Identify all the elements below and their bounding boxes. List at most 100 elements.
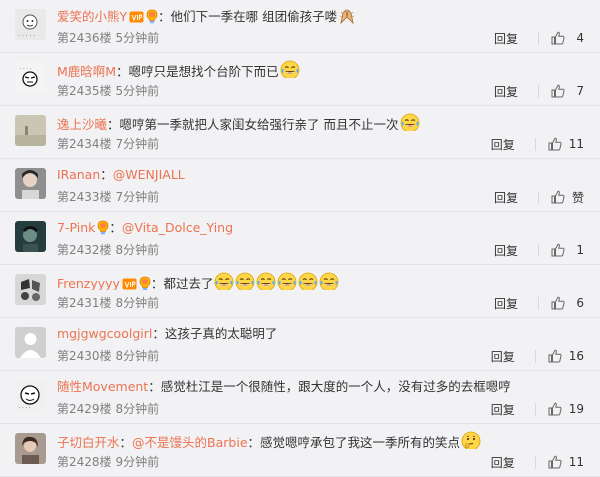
comment-text: 他们下一季在哪 组团偷孩子喽	[170, 9, 338, 24]
thumbs-up-icon[interactable]	[551, 84, 565, 98]
svg-text:· · · ·: · · · ·	[20, 66, 32, 72]
comment-row: IRanan：@WENJIALL 第2433楼 7分钟前 回复 赞	[0, 159, 600, 212]
avatar[interactable]: · · · ·	[15, 380, 46, 411]
timestamp: 8分钟前	[115, 402, 160, 416]
reply-button[interactable]: 回复	[491, 401, 515, 418]
floor-number: 第2434楼	[57, 137, 112, 151]
floor-number: 第2431楼	[57, 296, 112, 310]
lightbulb-badge-icon[interactable]	[139, 276, 151, 290]
mention-link[interactable]: @WENJIALL	[113, 167, 185, 182]
colon-separator: ：	[107, 117, 120, 131]
action-divider	[538, 296, 539, 310]
comment-line: IRanan：@WENJIALL	[57, 166, 592, 184]
like-count[interactable]: 7	[572, 84, 584, 98]
reply-button[interactable]: 回复	[494, 242, 518, 259]
action-divider	[534, 137, 536, 151]
reply-button[interactable]: 回复	[491, 454, 515, 471]
comment-meta: 第2436楼 5分钟前	[57, 31, 159, 45]
username-link[interactable]: mgjgwgcoolgirl	[57, 326, 152, 341]
comment-row: mgjgwgcoolgirl：这孩子真的太聪明了 第2430楼 8分钟前 回复 16	[0, 318, 600, 371]
like-count[interactable]: 11	[569, 137, 584, 151]
comment-list: · · · · · 爱笑的小熊Y ：他们下一季在哪 组团偷孩子喽 第2436楼 5分钟前…	[0, 0, 600, 477]
username-link[interactable]: 逸上沙曦	[57, 117, 107, 131]
avatar[interactable]: · · · ·	[15, 62, 46, 93]
colon-separator: ：	[119, 435, 133, 449]
reply-button[interactable]: 回复	[494, 30, 518, 47]
username-link[interactable]: 随性Movement	[57, 379, 148, 394]
comment-line: 7-Pink ：@Vita_Dolce_Ying	[57, 219, 592, 237]
colon-separator: ：	[116, 64, 129, 78]
timestamp: 5分钟前	[115, 84, 160, 98]
comment-row: · · · · · 爱笑的小熊Y ：他们下一季在哪 组团偷孩子喽第2436楼 5分钟前…	[0, 0, 600, 53]
comment-row: Frenzyyyy ：都过去了 第2431楼 8分钟前 回复 6	[0, 265, 600, 318]
timestamp: 9分钟前	[115, 455, 160, 469]
comment-meta: 第2434楼 7分钟前	[57, 137, 159, 151]
avatar[interactable]: · · · · ·	[15, 9, 46, 40]
like-count[interactable]: 11	[569, 455, 584, 469]
comment-row: 子切白开水：@不是馒头的Barbie：感觉嗯哼承包了我这一季所有的笑点 第2428…	[0, 424, 600, 477]
reply-button[interactable]: 回复	[494, 189, 518, 206]
avatar[interactable]	[15, 327, 46, 358]
username-link[interactable]: 子切白开水	[57, 435, 120, 449]
comment-meta: 第2431楼 8分钟前	[57, 296, 159, 310]
reply-button[interactable]: 回复	[491, 348, 515, 365]
thumbs-up-icon[interactable]	[548, 137, 562, 151]
comment-meta: 第2432楼 8分钟前	[57, 243, 159, 257]
avatar[interactable]	[15, 433, 46, 464]
comment-actions: 回复 1	[494, 241, 584, 259]
praying-hands-emoji	[338, 7, 356, 25]
thumbs-up-icon[interactable]	[551, 243, 565, 257]
comment-row: 逸上沙曦：嗯哼第一季就把人家闺女给强行亲了 而且不止一次 第2434楼 7分钟前 回复…	[0, 106, 600, 159]
crying-laugh-emoji	[277, 272, 297, 290]
comment-meta: 第2429楼 8分钟前	[57, 402, 159, 416]
timestamp: 8分钟前	[115, 243, 160, 257]
colon-separator: ：	[152, 326, 165, 341]
mention-link[interactable]: @不是馒头的Barbie	[132, 435, 247, 449]
action-divider	[538, 84, 539, 98]
comment-row: · · · · 随性Movement：感觉杜江是一个很随性，跟大度的一个人，没有过…	[0, 371, 600, 424]
timestamp: 7分钟前	[115, 137, 160, 151]
timestamp: 5分钟前	[115, 31, 160, 45]
thumbs-up-icon[interactable]	[551, 296, 565, 310]
username-link[interactable]: Frenzyyyy	[57, 276, 120, 290]
colon-separator: ：	[100, 167, 113, 182]
avatar[interactable]	[15, 115, 46, 146]
thumbs-up-icon[interactable]	[548, 349, 562, 363]
like-count[interactable]: 19	[569, 402, 584, 416]
username-link[interactable]: M鹿晗啊M	[57, 64, 116, 78]
thumbs-up-icon[interactable]	[551, 31, 565, 45]
mention-colon: ：	[247, 435, 261, 449]
comment-actions: 回复 4	[494, 29, 584, 47]
svg-text:· · · · ·: · · · · ·	[18, 33, 35, 40]
reply-button[interactable]: 回复	[494, 295, 518, 312]
like-count[interactable]: 4	[572, 31, 584, 45]
reply-button[interactable]: 回复	[494, 83, 518, 100]
username-link[interactable]: 爱笑的小熊Y	[57, 9, 127, 24]
like-count[interactable]: 6	[572, 296, 584, 310]
username-link[interactable]: 7-Pink	[57, 220, 95, 235]
comment-meta: 第2433楼 7分钟前	[57, 190, 159, 204]
timestamp: 7分钟前	[115, 190, 160, 204]
lightbulb-badge-icon[interactable]	[146, 9, 158, 25]
crying-laugh-emoji	[298, 272, 318, 290]
thumbs-up-icon[interactable]	[548, 455, 562, 469]
avatar[interactable]	[15, 168, 46, 199]
like-count[interactable]: 16	[569, 349, 584, 363]
crying-laugh-emoji	[319, 272, 339, 290]
reply-button[interactable]: 回复	[491, 136, 515, 153]
avatar[interactable]	[15, 221, 46, 252]
comment-line: 随性Movement：感觉杜江是一个很随性，跟大度的一个人，没有过多的去框嗯哼	[57, 378, 592, 396]
thumbs-up-icon[interactable]	[548, 402, 562, 416]
like-count[interactable]: 1	[572, 243, 584, 257]
mention-link[interactable]: @Vita_Dolce_Ying	[122, 220, 233, 235]
comment-actions: 回复 16	[491, 347, 584, 365]
avatar[interactable]	[15, 274, 46, 305]
lightbulb-badge-icon[interactable]	[97, 220, 109, 237]
username-link[interactable]: IRanan	[57, 167, 100, 182]
like-count[interactable]: 赞	[572, 189, 584, 206]
thumbs-up-icon[interactable]	[551, 190, 565, 204]
comment-line: 爱笑的小熊Y ：他们下一季在哪 组团偷孩子喽	[57, 7, 592, 25]
vip-badge-icon[interactable]	[122, 277, 137, 290]
action-divider	[534, 349, 536, 363]
vip-badge-icon[interactable]	[129, 10, 144, 25]
